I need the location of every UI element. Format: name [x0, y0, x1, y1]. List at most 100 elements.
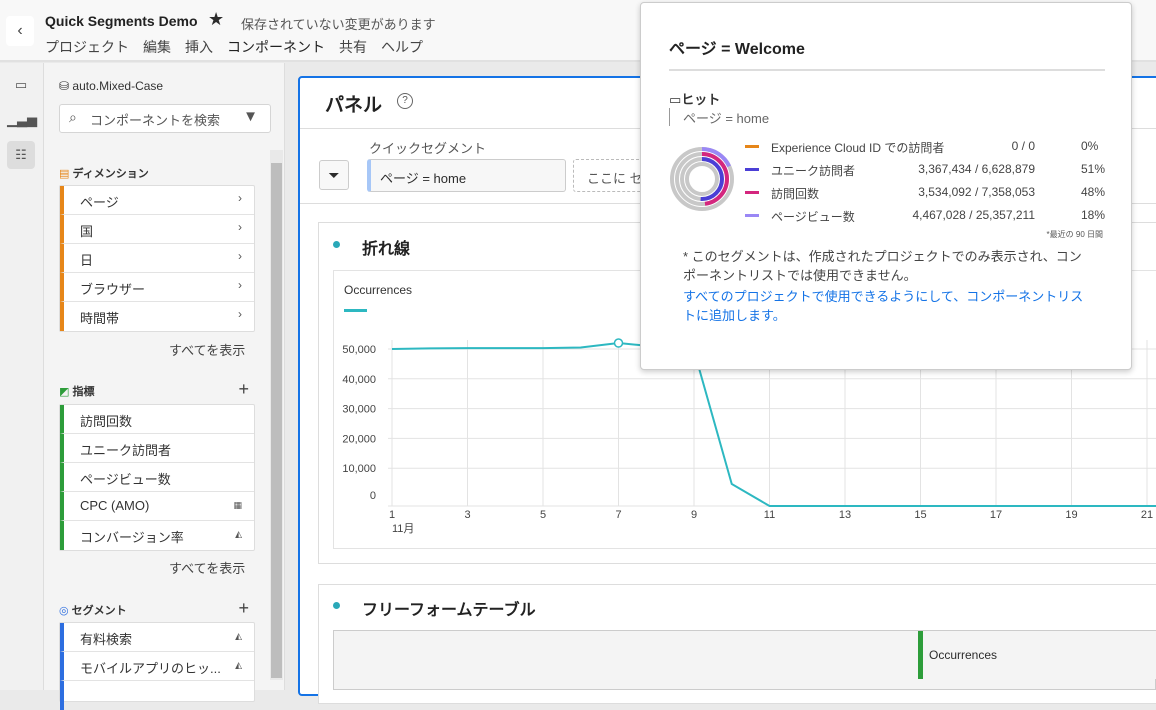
chevron-right-icon[interactable]: ›: [238, 307, 242, 321]
status-dot: [333, 602, 340, 609]
dimensions-header: ▤ ディメンション: [59, 165, 249, 181]
metric-label: 訪問回数: [771, 187, 820, 201]
menu-insert[interactable]: 挿入: [185, 37, 213, 57]
segments-title: セグメント: [71, 605, 127, 617]
y-tick-label: 50,000: [342, 344, 376, 356]
item-label: 国: [80, 224, 94, 239]
item-label: 有料検索: [80, 632, 133, 647]
x-tick-label: 1: [389, 509, 395, 521]
item-label: 訪問回数: [80, 414, 133, 429]
segment-icon: ◎: [59, 605, 69, 617]
metric-label: Experience Cloud ID での訪問者: [771, 141, 945, 155]
menu-help[interactable]: ヘルプ: [381, 37, 423, 57]
add-segment-button[interactable]: +: [238, 598, 249, 619]
list-item[interactable]: コンバージョン率 ◭: [60, 521, 254, 550]
item-label: 日: [80, 253, 94, 268]
help-icon[interactable]: ?: [397, 93, 413, 109]
unsaved-status: 保存されていない変更があります: [241, 17, 436, 32]
y-tick-label: 20,000: [342, 433, 376, 445]
quick-segment-pill[interactable]: ページ = home: [367, 159, 566, 192]
chevron-right-icon[interactable]: ›: [238, 220, 242, 234]
metric-percent: 48%: [1081, 185, 1106, 199]
adobe-icon: ◭: [235, 660, 242, 670]
list-item[interactable]: 有料検索 ◭: [60, 623, 254, 652]
scrollbar-thumb[interactable]: [271, 163, 282, 678]
metric-percent: 18%: [1081, 208, 1106, 222]
x-tick-label: 13: [839, 509, 851, 521]
y-tick-label: 10,000: [342, 463, 376, 475]
metric-overlap-row: 訪問回数 3,534,092 / 7,358,053 48%: [745, 185, 1105, 203]
metric-overlap-row: ユニーク訪問者 3,367,434 / 6,628,879 51%: [745, 162, 1105, 180]
status-dot: [333, 241, 340, 248]
list-item[interactable]: CPC (AMO) ▦: [60, 492, 254, 521]
table-title[interactable]: フリーフォームテーブル: [362, 596, 536, 620]
segments-list: 有料検索 ◭ モバイルアプリのヒッ... ◭: [59, 622, 255, 710]
x-tick-label: 11: [764, 509, 775, 521]
metric-value: 0 / 0: [1011, 139, 1035, 153]
column-header[interactable]: Occurrences: [918, 631, 1156, 679]
legend-swatch: [745, 168, 759, 171]
add-segment-filter-button[interactable]: ⏷: [319, 160, 349, 190]
chevron-right-icon[interactable]: ›: [238, 278, 242, 292]
dimensions-list: ページ › 国 › 日 › ブラウザー › 時間帯 ›: [59, 185, 255, 332]
chevron-right-icon[interactable]: ›: [238, 249, 242, 263]
visualizations-icon[interactable]: ▁▃▅: [7, 106, 37, 134]
x-tick-label: 5: [540, 509, 546, 521]
report-suite[interactable]: ⛁ auto.Mixed-Case: [59, 79, 163, 93]
list-item[interactable]: ユニーク訪問者: [60, 434, 254, 463]
x-tick-label: 17: [990, 509, 1002, 521]
y-tick-label: 30,000: [342, 404, 376, 416]
divider: [669, 69, 1105, 71]
add-metric-button[interactable]: +: [238, 379, 249, 400]
item-label: ページ: [80, 195, 119, 210]
metrics-header: ◩ 指標 +: [59, 379, 249, 399]
list-item[interactable]: ページ ›: [60, 186, 254, 215]
list-item[interactable]: 日 ›: [60, 244, 254, 273]
segment-info-popover: ページ = Welcome ▭ヒット ページ = home Experience…: [640, 2, 1132, 370]
container-icon: ▭: [669, 92, 682, 107]
show-all-metrics[interactable]: すべてを表示: [169, 558, 245, 577]
components-icon[interactable]: ☷: [7, 141, 35, 169]
make-public-link[interactable]: すべてのプロジェクトで使用できるようにして、コンポーネントリストに追加します。: [683, 287, 1093, 325]
list-item[interactable]: 国 ›: [60, 215, 254, 244]
segments-header: ◎ セグメント +: [59, 598, 249, 618]
line-viz-title[interactable]: 折れ線: [362, 235, 410, 259]
component-search-input[interactable]: ⌕ コンポーネントを検索 ▼: [59, 104, 271, 133]
menu-project[interactable]: プロジェクト: [45, 37, 129, 57]
metric-label: ページビュー数: [771, 210, 855, 224]
x-tick-label: 19: [1065, 509, 1077, 521]
metric-value: 3,367,434 / 6,628,879: [918, 162, 1035, 176]
menu-edit[interactable]: 編集: [143, 37, 171, 57]
y-tick-label: 40,000: [342, 374, 376, 386]
container-label: ▭ヒット: [669, 89, 720, 108]
item-label: 時間帯: [80, 311, 120, 326]
menu-components[interactable]: コンポーネント: [227, 37, 325, 57]
chevron-right-icon[interactable]: ›: [238, 191, 242, 205]
x-tick-label: 9: [691, 509, 697, 521]
data-point: [613, 338, 624, 348]
x-tick-label: 7: [615, 509, 621, 521]
quick-segment-label: クイックセグメント: [369, 141, 487, 156]
list-item[interactable]: ブラウザー ›: [60, 273, 254, 302]
show-all-dimensions[interactable]: すべてを表示: [169, 340, 245, 359]
legend-swatch: [745, 214, 759, 217]
list-item[interactable]: 時間帯 ›: [60, 302, 254, 331]
item-label: ユニーク訪問者: [80, 443, 172, 458]
project-title[interactable]: Quick Segments Demo: [45, 13, 198, 29]
x-sublabel: 11月: [392, 523, 414, 535]
menu-share[interactable]: 共有: [339, 37, 367, 57]
list-item[interactable]: 訪問回数: [60, 405, 254, 434]
list-item[interactable]: [60, 681, 254, 710]
list-item[interactable]: ページビュー数: [60, 463, 254, 492]
list-item[interactable]: モバイルアプリのヒッ... ◭: [60, 652, 254, 681]
y-tick-label: 0: [370, 490, 376, 502]
x-tick-label: 3: [464, 509, 470, 521]
item-label: モバイルアプリのヒッ...: [80, 661, 221, 676]
back-button[interactable]: ‹: [6, 16, 34, 46]
panels-icon[interactable]: ▭: [7, 71, 35, 99]
star-icon[interactable]: ★: [208, 9, 224, 30]
dimensions-title: ディメンション: [72, 168, 149, 180]
metric-overlap-row: ページビュー数 4,467,028 / 25,357,211 18%: [745, 208, 1105, 226]
filter-icon[interactable]: ▼: [243, 108, 258, 125]
adobe-icon: ◭: [235, 631, 242, 641]
